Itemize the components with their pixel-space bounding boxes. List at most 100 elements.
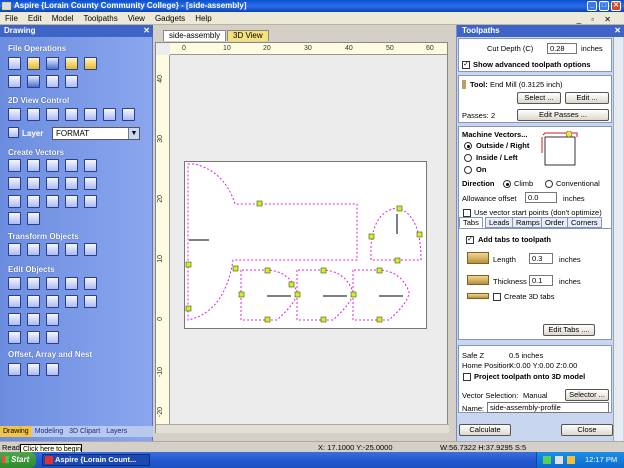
menu-model[interactable]: Model [47,12,79,25]
selector-button[interactable]: Selector ... [565,389,609,401]
close-icon[interactable]: ✕ [614,25,621,37]
taskbar-aspire-item[interactable]: Aspire {Lorain Count... [42,454,150,466]
horizontal-scrollbar[interactable] [156,424,449,433]
scissors-icon[interactable] [84,295,97,308]
fillet-icon[interactable] [84,195,97,208]
material-sheet[interactable] [184,161,427,329]
menu-file[interactable]: File [0,12,23,25]
fit-material-icon[interactable] [122,108,135,121]
tool-edit-button[interactable]: Edit ... [565,92,609,104]
curve-icon[interactable] [46,177,59,190]
allowance-input[interactable]: 0.0 [525,192,557,203]
show-advanced-checkbox[interactable]: ✓ [462,61,470,69]
layer-select[interactable]: FORMAT ▼ [52,127,140,140]
tray-network-icon[interactable] [543,456,551,464]
tab-modeling[interactable]: Modeling [32,426,66,437]
interlock-icon[interactable] [8,331,21,344]
rotate-icon[interactable] [65,243,78,256]
nest-icon[interactable] [46,363,59,376]
ungroup-icon[interactable] [65,277,78,290]
maximize-button[interactable]: □ [599,1,609,11]
zoom-fit-icon[interactable] [65,108,78,121]
group-icon[interactable] [46,277,59,290]
job-setup-icon[interactable] [8,75,21,88]
menu-gadgets[interactable]: Gadgets [150,12,190,25]
tool-select-button[interactable]: Select ... [517,92,561,104]
minimize-button[interactable]: _ [587,1,597,11]
join-icon[interactable] [8,295,21,308]
close-icon[interactable]: ✕ [143,25,150,37]
tab-leads[interactable]: Leads [485,217,514,228]
close-panel-button[interactable]: Close [561,424,613,436]
tab-3d-clipart[interactable]: 3D Clipart [66,426,103,437]
close-vector-icon[interactable] [27,313,40,326]
trace-bitmap-icon[interactable] [8,212,21,225]
import-icon[interactable] [84,57,97,70]
array-icon[interactable] [27,363,40,376]
circle-icon[interactable] [8,159,21,172]
chevron-down-icon[interactable]: ▼ [128,128,139,139]
bounding-box-icon[interactable] [46,331,59,344]
zoom-icon[interactable] [46,108,59,121]
tab-3d-view[interactable]: 3D View [227,30,269,41]
menu-toolpaths[interactable]: Toolpaths [78,12,122,25]
project-3d-checkbox[interactable] [463,373,471,381]
tray-security-icon[interactable] [567,456,575,464]
tab-ramps[interactable]: Ramps [512,217,544,228]
outside-right-radio[interactable] [464,142,472,150]
star-icon[interactable] [84,159,97,172]
extend-icon[interactable] [8,313,21,326]
climb-radio[interactable] [503,180,511,188]
select-icon[interactable] [8,277,21,290]
arc-icon[interactable] [27,177,40,190]
clock[interactable]: 12:17 PM [585,452,617,468]
zoom-in-icon[interactable] [84,108,97,121]
toolpath-name-input[interactable]: side-assembly-profile [487,402,609,413]
tab-tabs[interactable]: Tabs [459,217,483,228]
rectangle-icon[interactable] [46,159,59,172]
cut-depth-input[interactable]: 0.28 [547,43,577,54]
polyline-icon[interactable] [8,177,21,190]
menu-view[interactable]: View [123,12,150,25]
inside-left-radio[interactable] [464,154,472,162]
conventional-radio[interactable] [545,180,553,188]
zoom-out-icon[interactable] [103,108,116,121]
zoom-box-icon[interactable] [27,108,40,121]
vertical-scrollbar[interactable] [613,37,623,441]
start-button[interactable]: Start [0,452,36,468]
smooth-icon[interactable] [27,331,40,344]
measure-icon[interactable] [27,212,40,225]
subtract-icon[interactable] [46,295,59,308]
pan-icon[interactable] [8,108,21,121]
menu-help[interactable]: Help [190,12,216,25]
polygon-icon[interactable] [65,159,78,172]
bezier-icon[interactable] [84,177,97,190]
weld-icon[interactable] [27,295,40,308]
edit-passes-button[interactable]: Edit Passes ... [517,109,609,121]
ellipse-icon[interactable] [27,159,40,172]
length-input[interactable]: 0.3 [529,253,553,264]
import-vectors-icon[interactable] [27,75,40,88]
auto-layout-icon[interactable] [65,195,78,208]
menu-edit[interactable]: Edit [23,12,47,25]
open-folder-icon[interactable] [65,57,78,70]
save-file-icon[interactable] [46,57,59,70]
tray-volume-icon[interactable] [555,456,563,464]
center-icon[interactable] [84,243,97,256]
dimension-icon[interactable] [46,195,59,208]
import-bitmap-icon[interactable] [46,75,59,88]
trim-icon[interactable] [65,295,78,308]
tab-drawing[interactable]: Drawing [0,426,32,437]
add-tabs-checkbox[interactable]: ✓ [466,236,474,244]
calculate-button[interactable]: Calculate [459,424,511,436]
edit-tabs-button[interactable]: Edit Tabs .... [543,324,595,336]
thickness-input[interactable]: 0.1 [529,275,553,286]
node-edit-icon[interactable] [27,277,40,290]
tab-side-assembly[interactable]: side-assembly [163,30,227,41]
align-icon[interactable] [27,243,40,256]
spline-icon[interactable] [65,177,78,190]
text-on-curve-icon[interactable] [27,195,40,208]
2d-view[interactable]: 0 10 20 30 40 50 60 40 30 20 10 0 -10 -2… [155,42,449,433]
curve-fit-icon[interactable] [46,313,59,326]
new-file-icon[interactable] [8,57,21,70]
